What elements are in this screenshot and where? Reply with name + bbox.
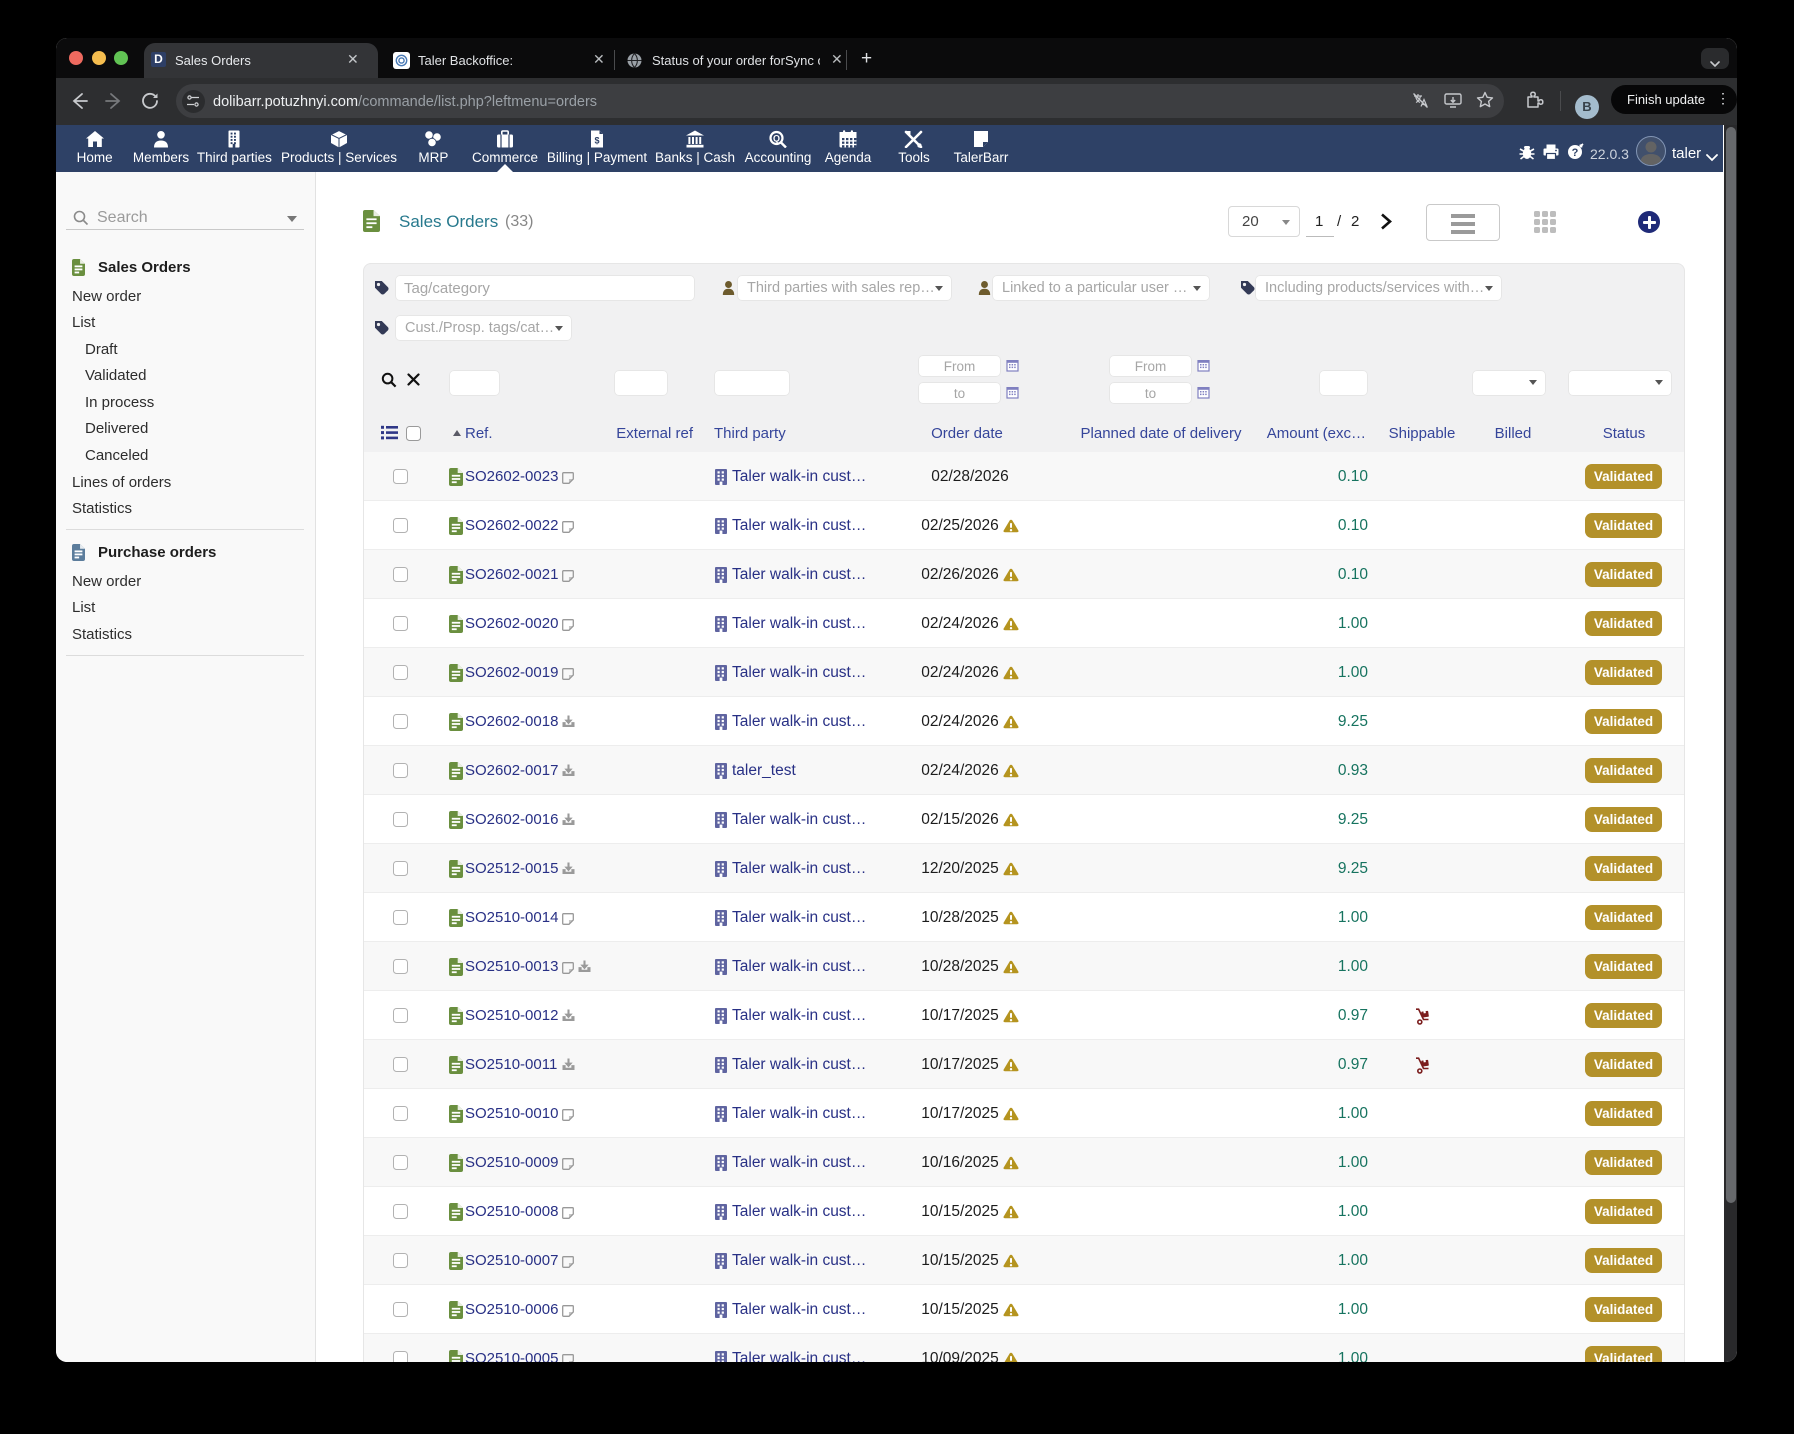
svg-text:?: ? xyxy=(1572,147,1579,159)
svg-text:$: $ xyxy=(594,136,599,146)
svg-text:Q: Q xyxy=(773,134,780,144)
